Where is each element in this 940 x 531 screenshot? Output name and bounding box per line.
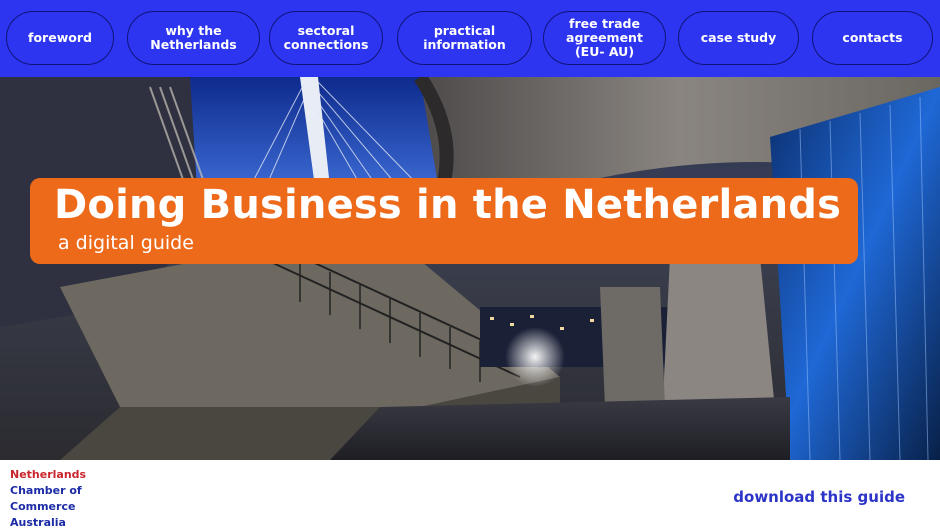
top-navigation-bar: foreword why the Netherlands sectoral co… bbox=[0, 0, 940, 77]
page-title: Doing Business in the Netherlands bbox=[54, 182, 842, 228]
nav-case-study-label: case study bbox=[700, 30, 777, 45]
logo-line-1: Netherlands bbox=[10, 468, 87, 481]
nav-sectoral-label: sectoral connections bbox=[283, 23, 369, 52]
page-subtitle: a digital guide bbox=[58, 232, 194, 254]
nav-contacts-label: contacts bbox=[842, 30, 903, 45]
logo-line-2: Chamber of bbox=[10, 484, 82, 497]
footer: Netherlands Chamber of Commerce Australi… bbox=[0, 460, 940, 531]
nav-fta-label: free trade agreement (EU- AU) bbox=[566, 16, 643, 59]
nav-why-label: why the Netherlands bbox=[150, 23, 237, 52]
nav-foreword-label: foreword bbox=[28, 30, 92, 45]
hero-title-banner: Doing Business in the Netherlands a digi… bbox=[30, 178, 858, 264]
nav-free-trade-agreement[interactable]: free trade agreement (EU- AU) bbox=[543, 11, 666, 65]
download-guide-link[interactable]: download this guide bbox=[733, 488, 905, 506]
chamber-logo: Netherlands Chamber of Commerce Australi… bbox=[10, 467, 86, 531]
hero-image bbox=[0, 77, 940, 460]
logo-line-4: Australia bbox=[10, 516, 66, 529]
nav-practical-information[interactable]: practical information bbox=[397, 11, 532, 65]
nav-why-the-netherlands[interactable]: why the Netherlands bbox=[127, 11, 260, 65]
nav-practical-label: practical information bbox=[423, 23, 506, 52]
nav-sectoral-connections[interactable]: sectoral connections bbox=[269, 11, 383, 65]
hero-photo-illustration bbox=[0, 77, 940, 460]
nav-foreword[interactable]: foreword bbox=[6, 11, 114, 65]
nav-contacts[interactable]: contacts bbox=[812, 11, 933, 65]
nav-case-study[interactable]: case study bbox=[678, 11, 799, 65]
logo-line-3: Commerce bbox=[10, 500, 76, 513]
